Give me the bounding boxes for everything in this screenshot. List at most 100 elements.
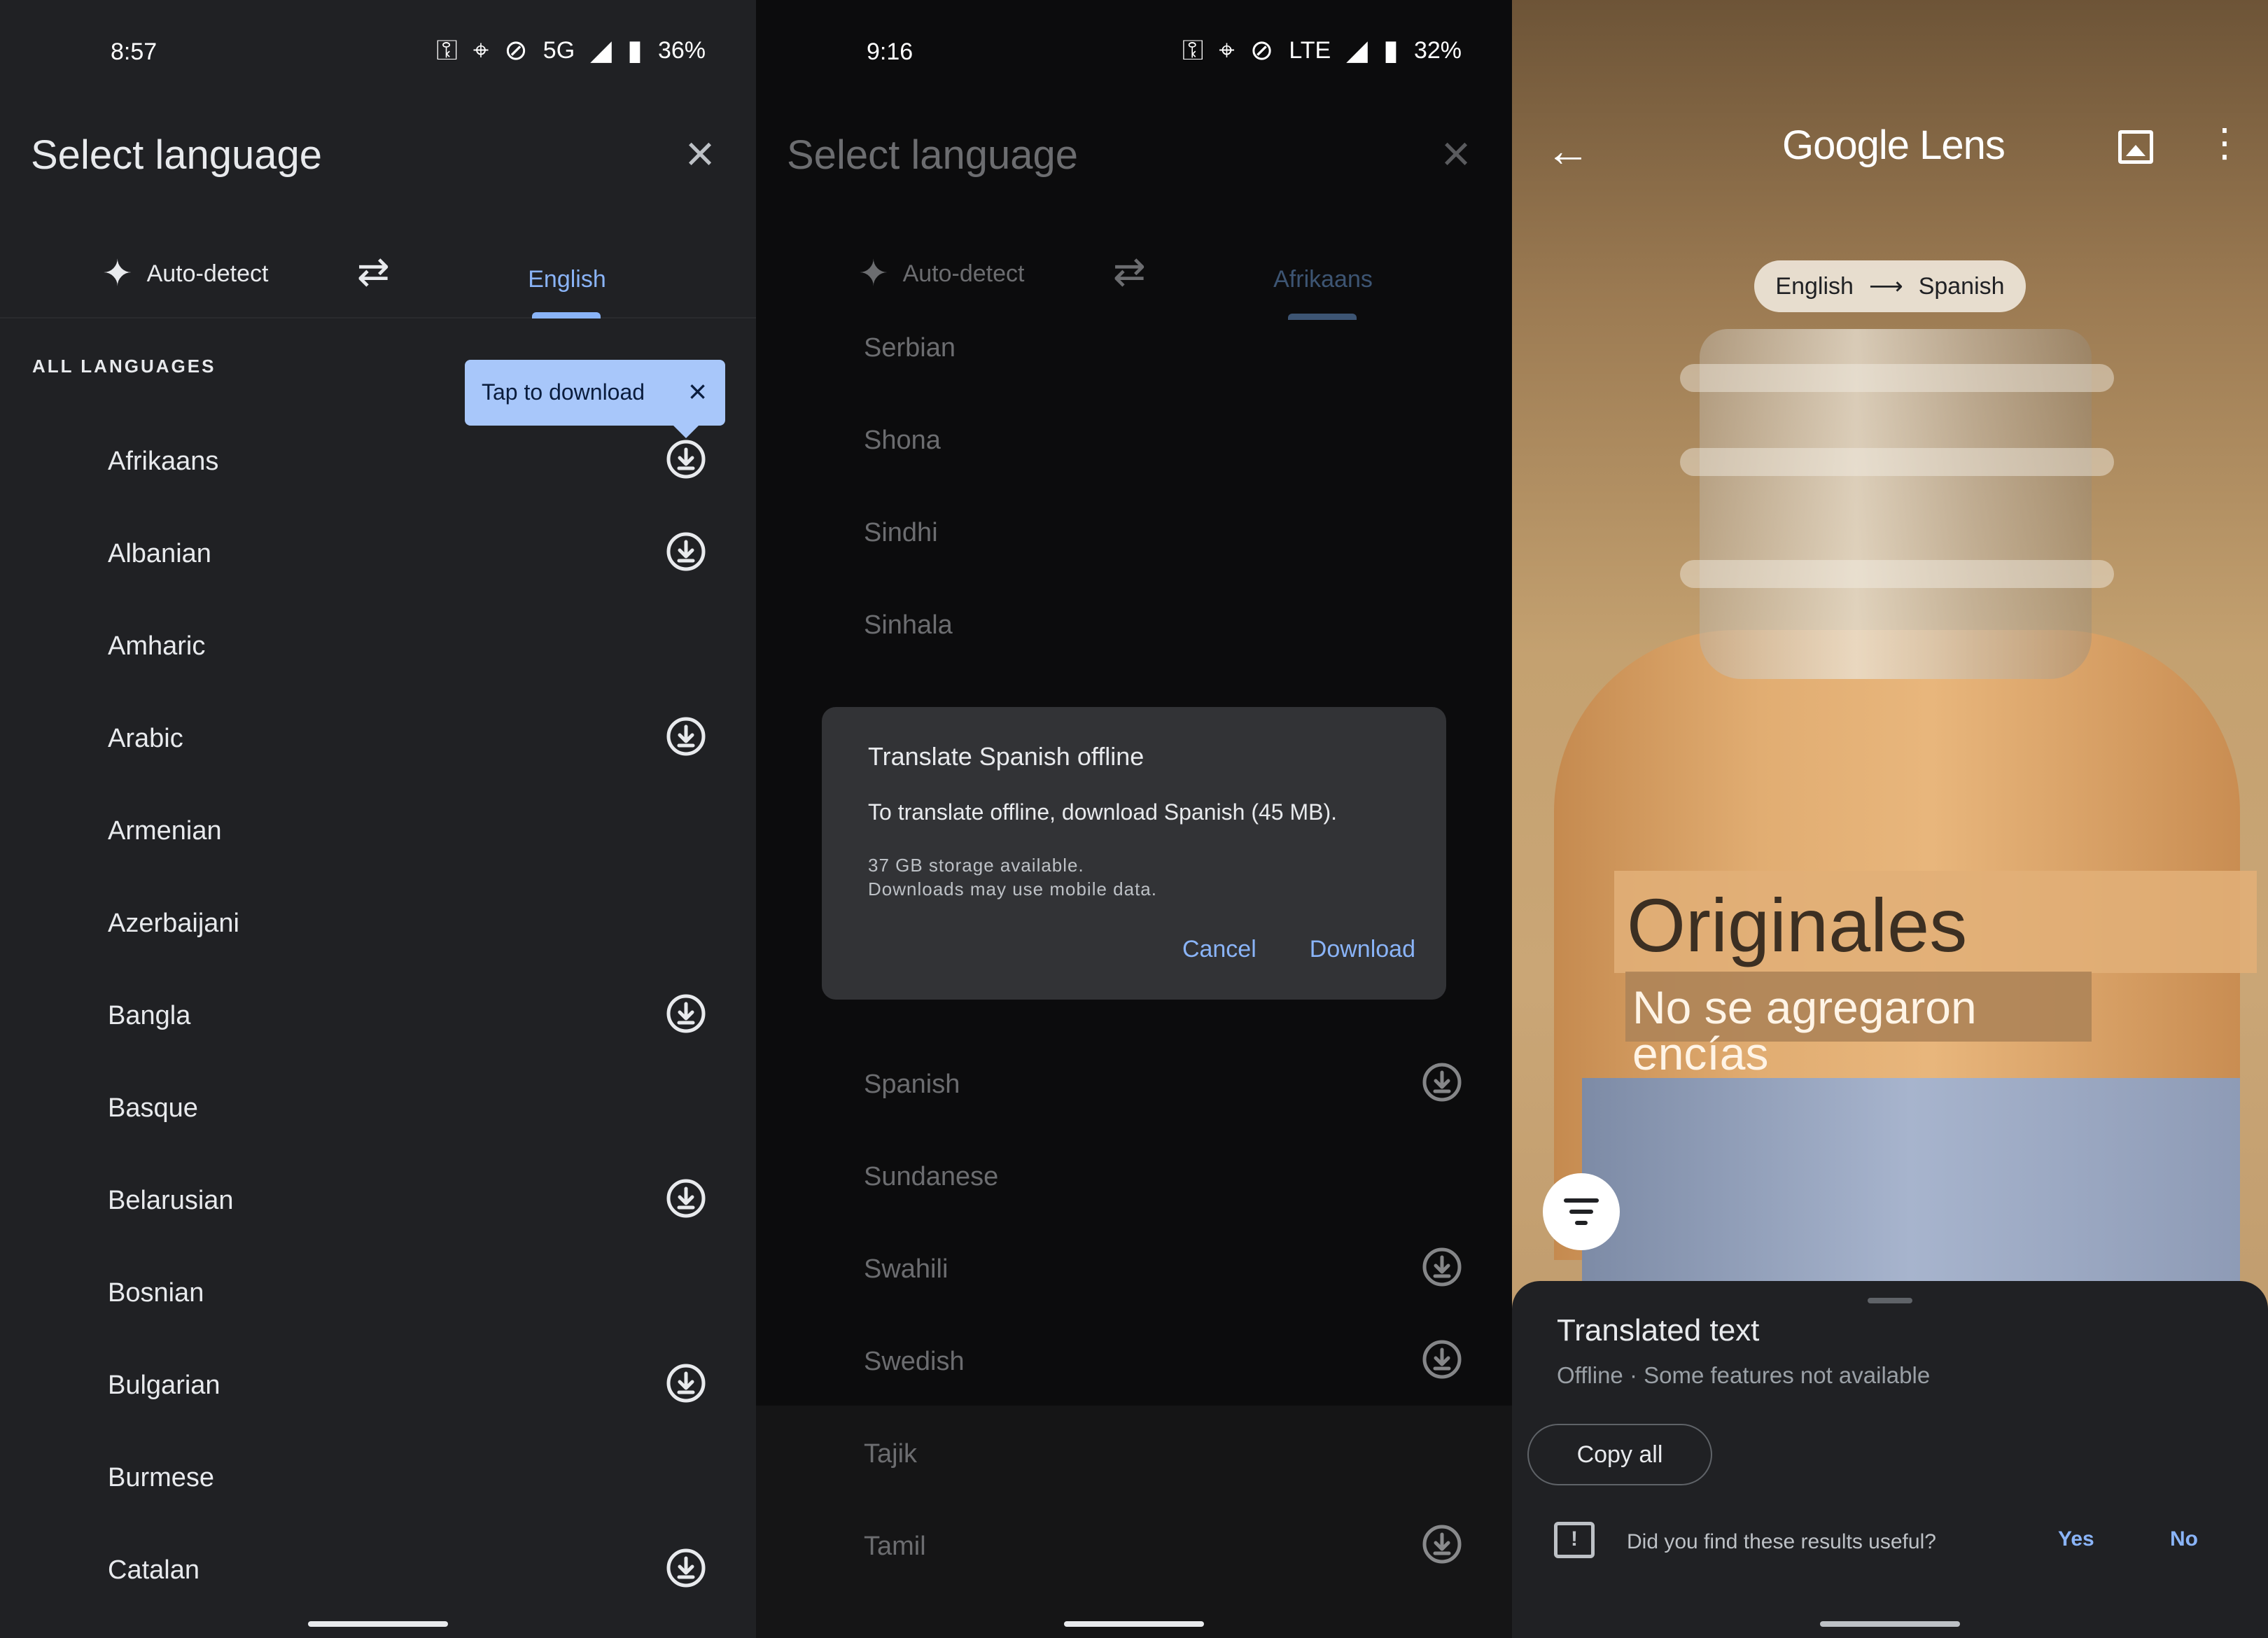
language-row[interactable]: Armenian: [0, 783, 756, 875]
tab-auto-detect[interactable]: ✦ Auto-detect: [102, 255, 268, 292]
language-row[interactable]: Amharic: [0, 598, 756, 690]
network-type: LTE: [1289, 36, 1331, 64]
alarm-off-icon: ⊘: [1250, 35, 1274, 66]
language-name: Spanish: [864, 1070, 960, 1099]
language-row[interactable]: Tamil: [756, 1498, 1512, 1590]
language-name: Bosnian: [108, 1278, 204, 1308]
translated-overlay-line-1[interactable]: Originales: [1614, 871, 2257, 973]
dialog-actions: Cancel Download: [1182, 936, 1415, 963]
tab-target-language[interactable]: English: [476, 266, 658, 293]
download-icon[interactable]: [665, 993, 707, 1035]
language-row[interactable]: Bangla: [0, 967, 756, 1060]
language-row[interactable]: Azerbaijani: [0, 875, 756, 967]
tab-indicator: [532, 312, 601, 318]
feedback-question: Did you find these results useful?: [1627, 1530, 1936, 1553]
language-name: Shona: [864, 426, 941, 455]
language-row[interactable]: Belarusian: [0, 1152, 756, 1245]
language-row[interactable]: Tajik: [756, 1406, 1512, 1498]
feedback-icon: !: [1554, 1522, 1595, 1558]
logo-google: Google: [1782, 122, 1910, 168]
close-icon[interactable]: ×: [678, 129, 722, 179]
language-row[interactable]: Albanian: [0, 505, 756, 598]
battery-percent: 32%: [1413, 36, 1462, 64]
language-row[interactable]: Bulgarian: [0, 1337, 756, 1429]
language-row[interactable]: Sundanese: [756, 1128, 1512, 1221]
filter-button[interactable]: [1543, 1173, 1620, 1250]
filter-icon: [1575, 1221, 1588, 1225]
language-row[interactable]: Burmese: [0, 1429, 756, 1522]
download-icon[interactable]: [1421, 1338, 1463, 1380]
tab-target-language: Afrikaans: [1273, 266, 1373, 293]
language-row[interactable]: Spanish: [756, 1036, 1512, 1128]
status-time: 9:16: [867, 38, 913, 65]
download-icon[interactable]: [665, 1177, 707, 1219]
language-row[interactable]: Bosnian: [0, 1245, 756, 1337]
language-row[interactable]: Sindhi: [756, 484, 1512, 577]
dialog-body: To translate offline, download Spanish (…: [868, 799, 1338, 825]
download-icon[interactable]: [665, 531, 707, 573]
download-icon[interactable]: [665, 1547, 707, 1589]
language-list-top: Serbian Shona Sindhi Sinhala: [756, 300, 1512, 669]
battery-icon: ▮: [626, 35, 643, 66]
vpn-key-icon: ⚿: [1182, 35, 1204, 66]
language-name: Sinhala: [864, 610, 953, 640]
language-row[interactable]: Serbian: [756, 300, 1512, 392]
download-button[interactable]: Download: [1310, 936, 1415, 963]
download-icon[interactable]: [665, 1362, 707, 1404]
arrow-right-icon: ⟶: [1868, 273, 1903, 300]
status-icons: ⚿ ⌖ ⊘ LTE ◢ ▮ 32%: [1182, 36, 1462, 64]
dialog-title: Translate Spanish offline: [868, 742, 1144, 771]
language-row[interactable]: Arabic: [0, 690, 756, 783]
download-icon[interactable]: [1421, 1246, 1463, 1288]
language-row[interactable]: Catalan: [0, 1522, 756, 1614]
results-bottom-sheet: Translated text Offline · Some features …: [1512, 1281, 2268, 1638]
translated-overlay-line-2[interactable]: No se agregaron encías: [1625, 972, 2092, 1077]
more-vert-icon[interactable]: ⋮: [2205, 123, 2244, 162]
close-tooltip-icon[interactable]: ×: [688, 372, 707, 410]
cancel-button[interactable]: Cancel: [1182, 936, 1256, 963]
language-name: Azerbaijani: [108, 909, 239, 938]
gesture-bar: [1820, 1621, 1960, 1627]
logo-lens: Lens: [1919, 122, 2005, 168]
target-language: Spanish: [1918, 272, 2005, 300]
network-type: 5G: [542, 36, 575, 64]
language-name: Bulgarian: [108, 1371, 220, 1400]
back-arrow-icon[interactable]: ←: [1546, 125, 1590, 176]
feedback-yes-button[interactable]: Yes: [2058, 1527, 2094, 1551]
sparkle-icon: ✦: [858, 253, 889, 294]
download-dialog-screen: 9:16 ⚿ ⌖ ⊘ LTE ◢ ▮ 32% Select language ×…: [756, 0, 1512, 1638]
swap-languages-icon[interactable]: ⇄: [357, 248, 390, 295]
language-row[interactable]: Basque: [0, 1060, 756, 1152]
language-name: Tamil: [864, 1532, 926, 1561]
status-bar: 9:16 ⚿ ⌖ ⊘ LTE ◢ ▮ 32%: [756, 0, 1512, 105]
feedback-no-button[interactable]: No: [2170, 1527, 2198, 1551]
language-row[interactable]: Shona: [756, 392, 1512, 484]
language-name: Tajik: [864, 1439, 918, 1469]
sheet-drag-handle[interactable]: [1868, 1298, 1912, 1303]
swap-languages-icon: ⇄: [1113, 249, 1146, 293]
language-row[interactable]: Swahili: [756, 1221, 1512, 1313]
gallery-image-icon[interactable]: [2118, 130, 2153, 164]
copy-all-button[interactable]: Copy all: [1527, 1424, 1712, 1485]
location-icon: ⌖: [1219, 35, 1235, 66]
language-name: Arabic: [108, 724, 183, 753]
status-time: 8:57: [111, 38, 158, 65]
language-name: Amharic: [108, 631, 206, 661]
language-pair-chip[interactable]: English ⟶ Spanish: [1754, 260, 2026, 312]
language-name: Armenian: [108, 816, 222, 846]
download-icon[interactable]: [1421, 1523, 1463, 1565]
download-icon[interactable]: [665, 438, 707, 480]
gesture-bar: [1064, 1621, 1204, 1627]
language-name: Albanian: [108, 539, 211, 568]
tab-auto-detect-label: Auto-detect: [146, 260, 269, 287]
signal-icon: ◢: [1346, 35, 1368, 66]
language-row[interactable]: Sinhala: [756, 577, 1512, 669]
language-name: Sundanese: [864, 1162, 999, 1191]
language-name: Serbian: [864, 333, 955, 363]
download-icon[interactable]: [665, 715, 707, 757]
status-bar: 8:57 ⚿ ⌖ ⊘ 5G ◢ ▮ 36%: [0, 0, 756, 105]
mobile-data-note: Downloads may use mobile data.: [868, 878, 1157, 899]
language-row[interactable]: Swedish: [756, 1313, 1512, 1406]
language-row[interactable]: Afrikaans: [0, 413, 756, 505]
download-icon[interactable]: [1421, 1061, 1463, 1103]
